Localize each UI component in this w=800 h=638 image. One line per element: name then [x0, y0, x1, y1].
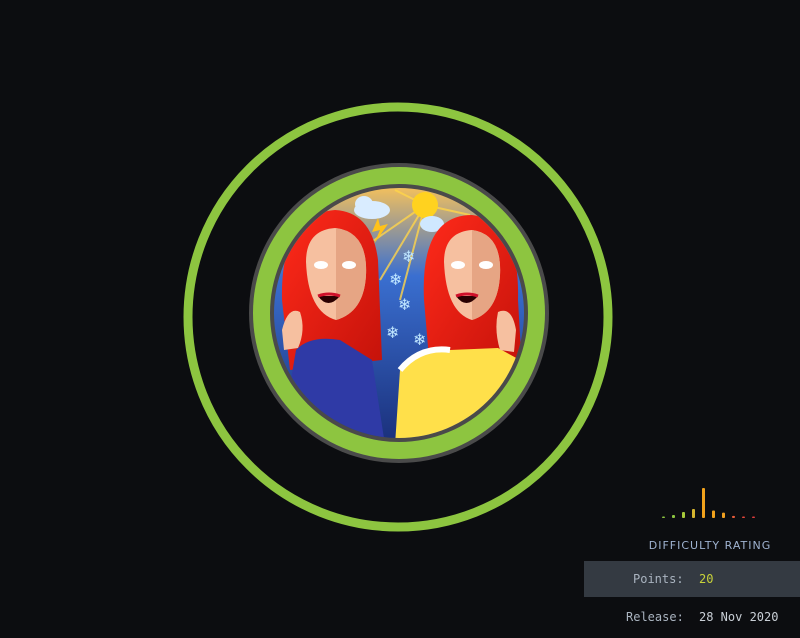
difficulty-bar — [692, 509, 695, 518]
difficulty-bar — [732, 515, 735, 518]
difficulty-rating: DIFFICULTY RATING — [640, 478, 780, 558]
difficulty-bar — [662, 516, 665, 518]
points-value: 20 — [699, 572, 714, 586]
release-row: Release: 28 Nov 2020 — [584, 600, 800, 634]
svg-text:❄: ❄ — [402, 247, 415, 266]
svg-text:❄: ❄ — [398, 295, 411, 314]
difficulty-bar — [672, 515, 675, 518]
difficulty-label: DIFFICULTY RATING — [648, 539, 772, 552]
machine-profile-panel: ❄ ❄ ❄ ❄ ❄ DIFFICULTY RATING Points: 20 R… — [0, 0, 800, 638]
difficulty-bar — [712, 510, 715, 518]
svg-text:❄: ❄ — [389, 270, 402, 289]
svg-text:❄: ❄ — [386, 323, 399, 342]
difficulty-bar — [702, 488, 705, 518]
points-row: Points: 20 — [584, 561, 800, 597]
difficulty-bar — [682, 512, 685, 518]
release-label: Release: — [626, 610, 684, 624]
difficulty-bar — [752, 516, 755, 518]
release-date: 28 Nov 2020 — [699, 610, 779, 624]
points-label: Points: — [633, 572, 684, 586]
svg-text:❄: ❄ — [413, 330, 426, 349]
difficulty-bar-chart — [662, 488, 755, 518]
difficulty-bar — [742, 516, 745, 518]
difficulty-bar — [722, 512, 725, 518]
